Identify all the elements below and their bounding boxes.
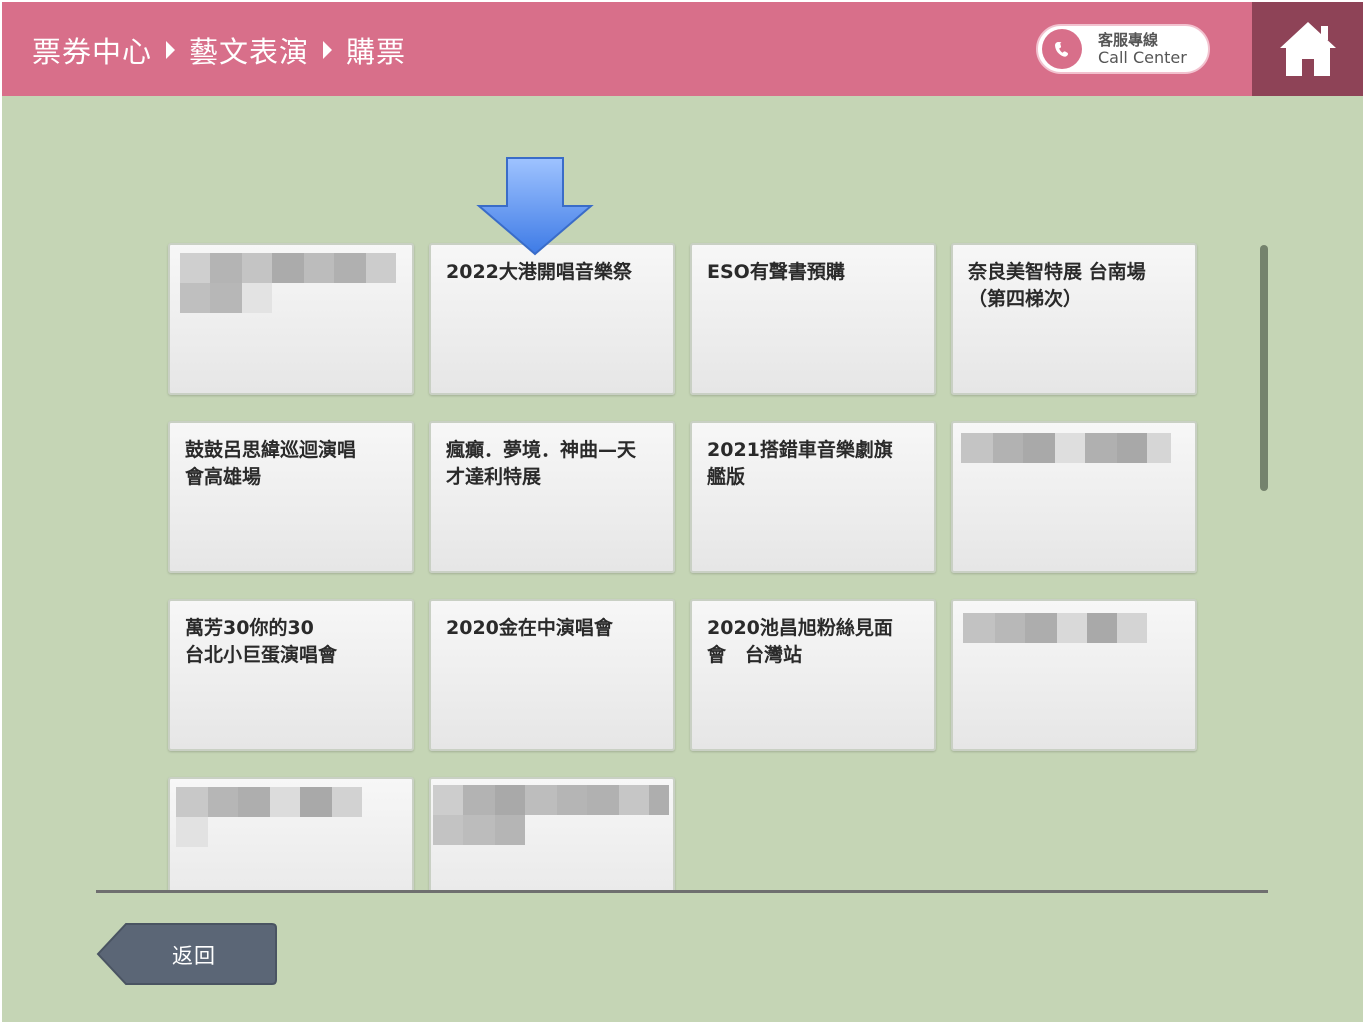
event-grid: 2022大港開唱音樂祭 ESO有聲書預購 奈良美智特展 台南場 （第四梯次） 鼓… (2, 98, 1363, 890)
blurred-title (433, 785, 669, 815)
event-card-3[interactable]: ESO有聲書預購 (690, 243, 936, 395)
event-title: 2020金在中演唱會 (446, 617, 613, 639)
back-button-label: 返回 (172, 944, 216, 968)
event-card-9[interactable]: 萬芳30你的30 台北小巨蛋演唱會 (168, 599, 414, 751)
call-center-button[interactable]: 客服專線 Call Center (1036, 24, 1210, 74)
call-center-label-zh: 客服專線 (1098, 31, 1159, 49)
event-card-8[interactable] (951, 421, 1197, 573)
call-center-label-en: Call Center (1098, 48, 1187, 67)
home-button[interactable] (1252, 2, 1363, 96)
blurred-title (176, 787, 362, 817)
blurred-title (963, 613, 1147, 643)
event-card-13[interactable] (168, 777, 414, 890)
breadcrumb-item-buy-ticket: 購票 (346, 35, 407, 69)
event-card-2[interactable]: 2022大港開唱音樂祭 (429, 243, 675, 395)
event-title: 鼓鼓呂思緯巡迴演唱 會高雄場 (185, 439, 357, 488)
event-title: 2020池昌旭粉絲見面 會 台灣站 (707, 617, 893, 666)
event-title: ESO有聲書預購 (707, 261, 845, 283)
footer-divider (96, 890, 1268, 893)
blurred-title (176, 817, 208, 847)
event-card-11[interactable]: 2020池昌旭粉絲見面 會 台灣站 (690, 599, 936, 751)
header-bar: 票券中心 藝文表演 購票 客服專線 Call Center (2, 2, 1363, 96)
phone-icon (1042, 29, 1082, 69)
breadcrumb: 票券中心 藝文表演 購票 (32, 30, 406, 70)
blurred-title (433, 815, 525, 845)
back-button[interactable]: 返回 (96, 922, 278, 986)
event-title: 2022大港開唱音樂祭 (446, 261, 632, 283)
event-card-7[interactable]: 2021搭錯車音樂劇旗 艦版 (690, 421, 936, 573)
breadcrumb-separator-icon (166, 41, 176, 59)
event-card-6[interactable]: 瘋癲．夢境．神曲—天 才達利特展 (429, 421, 675, 573)
scrollbar[interactable] (1260, 245, 1268, 491)
blurred-title (961, 433, 1171, 463)
breadcrumb-item-performances[interactable]: 藝文表演 (189, 29, 309, 71)
arrow-down-icon (476, 157, 594, 256)
event-card-12[interactable] (951, 599, 1197, 751)
breadcrumb-separator-icon (323, 41, 333, 59)
event-title: 奈良美智特展 台南場 （第四梯次） (968, 261, 1146, 310)
event-card-14[interactable] (429, 777, 675, 890)
event-title: 萬芳30你的30 台北小巨蛋演唱會 (185, 617, 338, 666)
event-card-10[interactable]: 2020金在中演唱會 (429, 599, 675, 751)
call-center-label: 客服專線 Call Center (1098, 31, 1187, 67)
breadcrumb-item-ticket-center[interactable]: 票券中心 (32, 29, 152, 71)
event-title: 瘋癲．夢境．神曲—天 才達利特展 (446, 439, 637, 488)
kiosk-screen: 票券中心 藝文表演 購票 客服專線 Call Center 2022大港開唱音樂… (2, 2, 1363, 1022)
blurred-title (180, 283, 272, 313)
event-card-5[interactable]: 鼓鼓呂思緯巡迴演唱 會高雄場 (168, 421, 414, 573)
event-title: 2021搭錯車音樂劇旗 艦版 (707, 439, 893, 488)
blurred-title (180, 253, 396, 283)
event-card-4[interactable]: 奈良美智特展 台南場 （第四梯次） (951, 243, 1197, 395)
home-icon (1279, 22, 1336, 76)
event-card-1[interactable] (168, 243, 414, 395)
